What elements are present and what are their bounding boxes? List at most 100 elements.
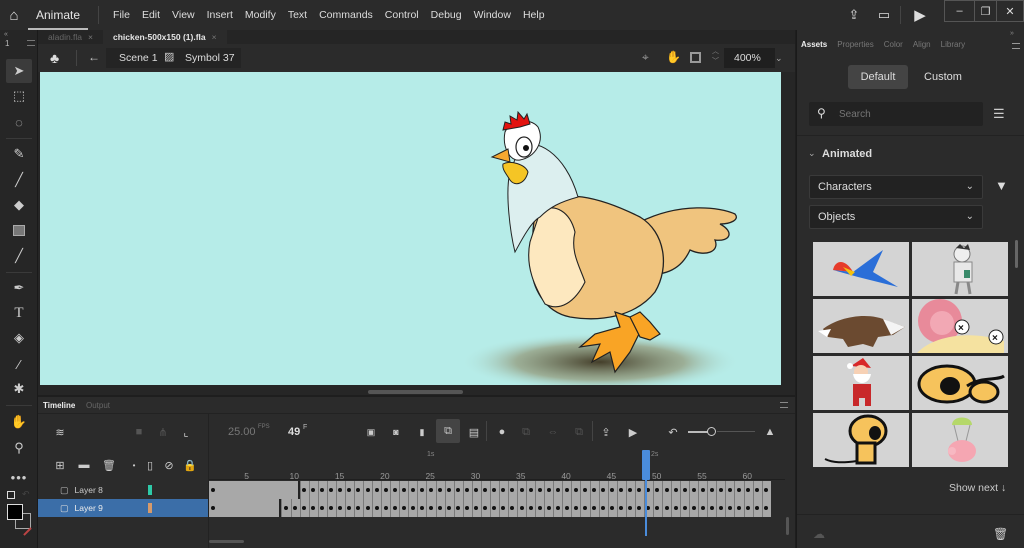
mountains-icon[interactable]: ▲ bbox=[762, 425, 778, 439]
keyframe-dot[interactable] bbox=[438, 506, 442, 510]
playhead[interactable] bbox=[642, 450, 650, 480]
layer-row-selected[interactable]: ▢ Layer 9 bbox=[38, 499, 208, 517]
insert-keyframe-icon[interactable]: ▣ bbox=[363, 425, 379, 439]
layer-name[interactable]: Layer 8 bbox=[75, 485, 103, 495]
menu-view[interactable]: View bbox=[166, 9, 201, 21]
keyframe-dot[interactable] bbox=[746, 506, 751, 510]
keyframe-dot[interactable] bbox=[637, 506, 642, 510]
asset-dog-lying[interactable] bbox=[912, 356, 1008, 410]
undo-icon[interactable]: ↶ bbox=[665, 425, 681, 439]
keyframe-dot[interactable] bbox=[356, 488, 361, 492]
keyframe-dot[interactable] bbox=[311, 488, 316, 492]
expand-panel-icon[interactable]: » bbox=[1010, 30, 1014, 37]
keyframe-dot[interactable] bbox=[673, 506, 678, 510]
keyframe-dot[interactable] bbox=[211, 488, 215, 492]
asset-parrot[interactable] bbox=[813, 242, 909, 296]
clip-content-icon[interactable] bbox=[690, 52, 701, 63]
minimize-button[interactable]: – bbox=[944, 0, 974, 22]
keyframe-dot[interactable] bbox=[691, 506, 696, 510]
keyframe-dot[interactable] bbox=[700, 488, 705, 492]
keyframe-dot[interactable] bbox=[410, 506, 415, 510]
filter-icon[interactable]: ▼ bbox=[995, 178, 1008, 193]
keyframe-dot[interactable] bbox=[564, 506, 569, 510]
keyframe-dot[interactable] bbox=[601, 488, 606, 492]
keyframe-dot[interactable] bbox=[664, 506, 669, 510]
type-dropdown[interactable]: Objects ⌄ bbox=[809, 205, 983, 229]
current-frame[interactable]: 49 bbox=[288, 426, 300, 438]
selection-tool-icon[interactable]: ➤ bbox=[6, 59, 32, 83]
keyframe-dot[interactable] bbox=[374, 506, 379, 510]
keyframe-dot[interactable] bbox=[746, 488, 751, 492]
publish-icon[interactable]: ⇪ bbox=[845, 6, 863, 24]
center-stage-icon[interactable]: ⌖ bbox=[642, 50, 649, 65]
keyframe-dot[interactable] bbox=[447, 506, 452, 510]
keyframe-dot[interactable] bbox=[492, 488, 497, 492]
pen-tool-icon[interactable]: ✒ bbox=[6, 276, 32, 300]
keyframe-dot[interactable] bbox=[501, 506, 506, 510]
layers-icon[interactable]: ≋ bbox=[52, 425, 68, 439]
onion-skin-icon[interactable]: ● bbox=[494, 425, 510, 439]
keyframe-dot[interactable] bbox=[356, 506, 361, 510]
insert-frame-icon[interactable]: ▮ bbox=[414, 425, 430, 439]
rectangle-tool-icon[interactable] bbox=[6, 218, 32, 242]
lasso-tool-icon[interactable]: ◌ bbox=[6, 110, 32, 134]
keyframe-dot[interactable] bbox=[329, 488, 334, 492]
keyframe-dot[interactable] bbox=[302, 506, 307, 510]
keyframe-dot[interactable] bbox=[628, 488, 633, 492]
close-tab-icon[interactable]: × bbox=[88, 32, 93, 42]
tab-assets[interactable]: Assets bbox=[801, 40, 827, 49]
test-movie-icon[interactable]: ▶ bbox=[911, 6, 929, 24]
default-colors-icon[interactable] bbox=[7, 491, 15, 499]
create-tween-icon[interactable]: ▤ bbox=[466, 425, 482, 439]
keyframe-dot[interactable] bbox=[492, 506, 497, 510]
menu-insert[interactable]: Insert bbox=[201, 9, 239, 21]
list-view-icon[interactable]: ☰ bbox=[993, 106, 1005, 122]
home-icon[interactable]: ⌂ bbox=[0, 0, 28, 30]
auto-keyframe-icon[interactable]: ⧉ bbox=[436, 419, 460, 443]
edit-multiple-frames-icon[interactable]: ⧉ bbox=[518, 425, 534, 439]
keyframe-dot[interactable] bbox=[764, 506, 769, 510]
keyframe-dot[interactable] bbox=[483, 506, 488, 510]
keyframe-dot[interactable] bbox=[637, 488, 642, 492]
eyedropper-tool-icon[interactable]: ⁄ bbox=[6, 352, 32, 376]
keyframe-dot[interactable] bbox=[501, 488, 506, 492]
tab-color[interactable]: Color bbox=[884, 40, 903, 49]
keyframe-dot[interactable] bbox=[673, 488, 678, 492]
timeline-menu-icon[interactable] bbox=[780, 402, 788, 408]
keyframe-dot[interactable] bbox=[302, 488, 307, 492]
keyframe-dot[interactable] bbox=[555, 506, 560, 510]
keyframe-dot[interactable] bbox=[474, 488, 479, 492]
paint-brush-tool-icon[interactable]: ✎ bbox=[6, 142, 32, 166]
menu-edit[interactable]: Edit bbox=[136, 9, 166, 21]
keyframe-dot[interactable] bbox=[474, 506, 479, 510]
keyframe-dot[interactable] bbox=[682, 488, 687, 492]
tab-output[interactable]: Output bbox=[86, 401, 110, 410]
keyframe-dot[interactable] bbox=[727, 488, 732, 492]
breadcrumb-scene[interactable]: Scene 1 bbox=[119, 52, 158, 64]
upload-icon[interactable]: ☁ bbox=[813, 527, 825, 541]
keyframe-dot[interactable] bbox=[465, 506, 470, 510]
menu-modify[interactable]: Modify bbox=[239, 9, 282, 21]
lock-layers-icon[interactable]: 🔒 bbox=[182, 458, 198, 472]
asset-dog-sitting[interactable] bbox=[813, 413, 909, 467]
keyframe-dot[interactable] bbox=[755, 488, 760, 492]
section-chevron-icon[interactable]: ⌄ bbox=[808, 148, 816, 159]
category-dropdown[interactable]: Characters ⌄ bbox=[809, 175, 983, 199]
section-title-animated[interactable]: Animated bbox=[822, 148, 872, 160]
keyframe-dot[interactable] bbox=[211, 506, 215, 510]
keyframe-dot[interactable] bbox=[465, 488, 470, 492]
loop-playback-icon[interactable]: ⇪ bbox=[598, 425, 614, 439]
doc-tab-chicken[interactable]: chicken-500x150 (1).fla × bbox=[103, 30, 227, 44]
keyframe-dot[interactable] bbox=[456, 488, 461, 492]
keyframe-dot[interactable] bbox=[619, 488, 624, 492]
keyframe-dot[interactable] bbox=[383, 506, 388, 510]
keyframe-dot[interactable] bbox=[401, 506, 406, 510]
breadcrumb-symbol[interactable]: Symbol 37 bbox=[185, 52, 235, 64]
menu-control[interactable]: Control bbox=[379, 9, 425, 21]
search-input[interactable] bbox=[839, 105, 979, 123]
asset-pig-parachute[interactable] bbox=[912, 413, 1008, 467]
keyframe-dot[interactable] bbox=[555, 488, 560, 492]
keyframe-dot[interactable] bbox=[338, 488, 343, 492]
keyframe-dot[interactable] bbox=[528, 506, 533, 510]
keyframe-dot[interactable] bbox=[592, 488, 597, 492]
